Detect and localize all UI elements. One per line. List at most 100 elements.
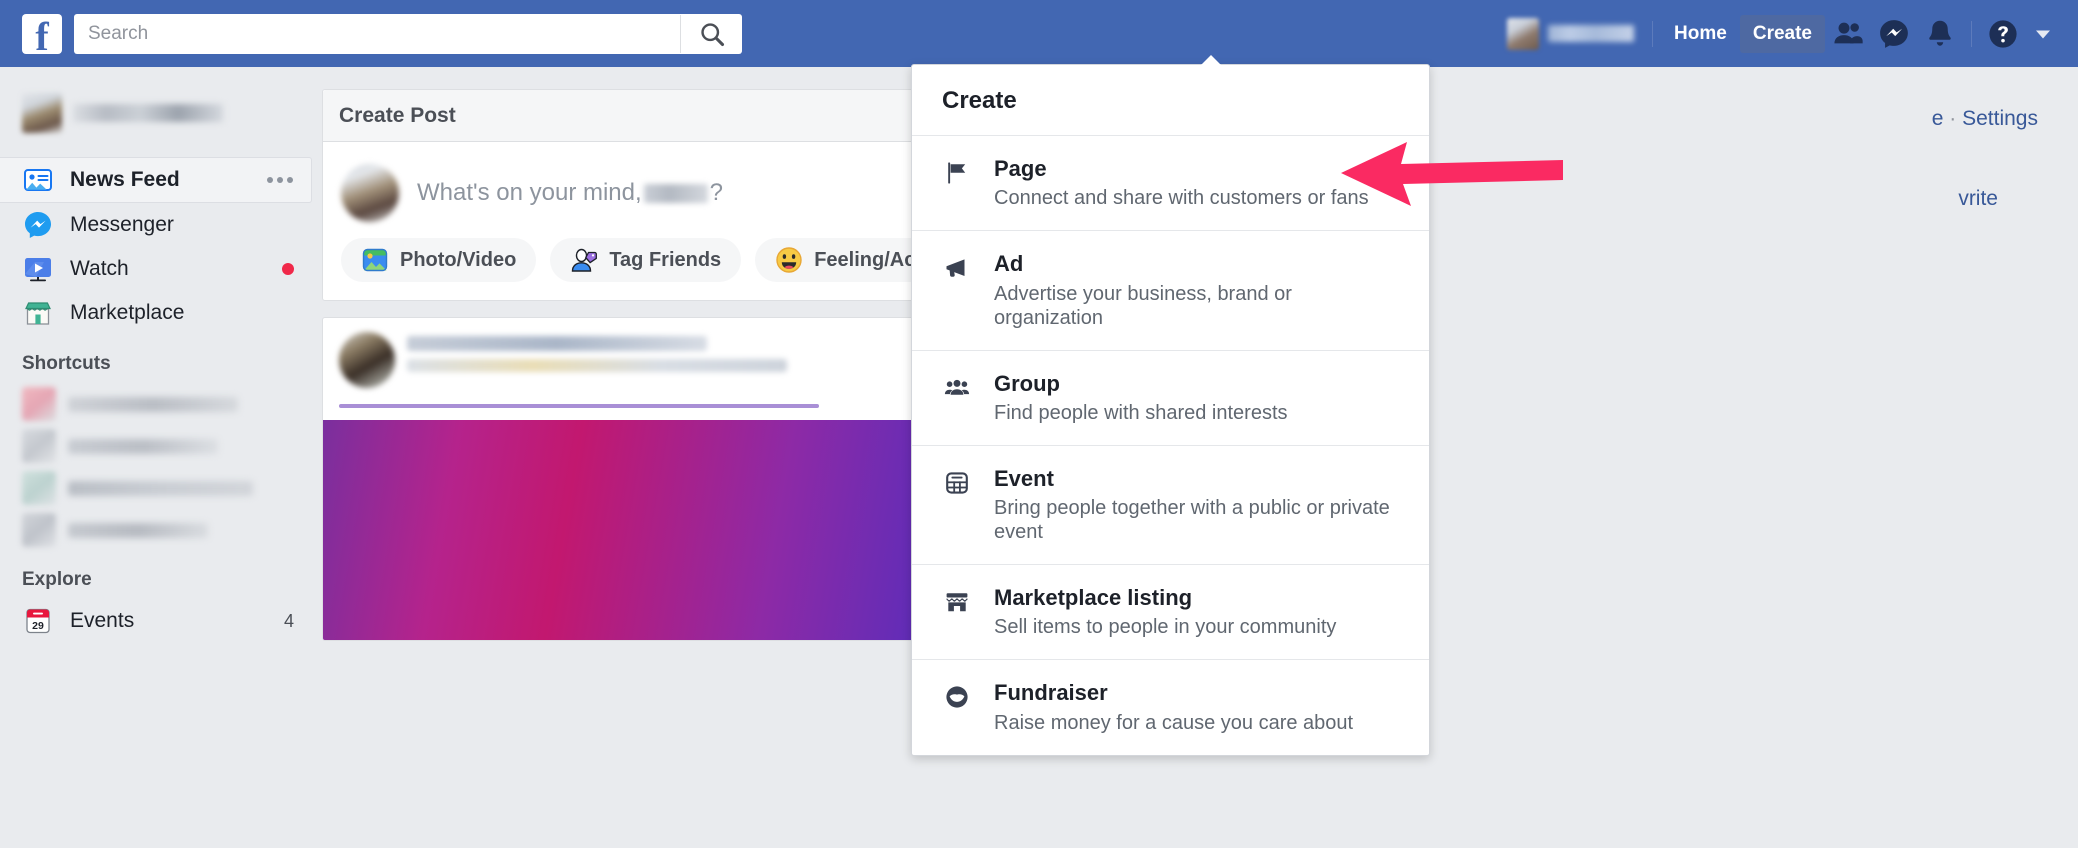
menu-item-title: Ad <box>994 251 1024 277</box>
profile-menu-button[interactable] <box>1497 13 1644 55</box>
facebook-f-logo[interactable]: f <box>22 13 62 54</box>
avatar <box>1507 17 1540 50</box>
settings-row-prefix: e <box>1931 107 1944 130</box>
events-count-badge: 4 <box>283 610 294 631</box>
create-menu-item-event[interactable]: Event Bring people together with a publi… <box>912 444 1429 564</box>
sidebar-item-label: News Feed <box>70 168 180 191</box>
calendar-grid-icon <box>942 466 972 496</box>
avatar <box>341 164 399 222</box>
fundraiser-heart-hand-icon <box>942 680 972 710</box>
account-menu-button[interactable] <box>2026 13 2060 55</box>
create-menu-item-marketplace-listing[interactable]: Marketplace listing Sell items to people… <box>912 564 1429 659</box>
create-menu-item-ad[interactable]: Ad Advertise your business, brand or org… <box>912 230 1429 349</box>
search-button[interactable] <box>680 14 742 53</box>
messenger-button[interactable] <box>1871 13 1917 55</box>
notifications-button[interactable] <box>1917 13 1963 55</box>
create-menu-item-page[interactable]: Page Connect and share with customers or… <box>912 135 1429 230</box>
bell-icon <box>1929 20 1951 46</box>
nav-create-button[interactable]: Create <box>1739 14 1825 53</box>
left-sidebar: News Feed Messenger Watch Marketplace Sh… <box>0 67 312 848</box>
menu-item-title: Event <box>994 465 1054 491</box>
menu-item-title: Fundraiser <box>994 680 1108 706</box>
composer-prompt-text: What's on your mind, <box>417 179 642 206</box>
separator-dot: · <box>1949 107 1957 130</box>
sidebar-item-messenger[interactable]: Messenger <box>0 203 312 247</box>
menu-item-subtitle: Raise money for a cause you care about <box>994 711 1354 734</box>
watch-icon <box>22 253 54 285</box>
menu-item-subtitle: Find people with shared interests <box>994 401 1288 424</box>
top-nav-right-cluster: Home Create <box>1497 0 2078 67</box>
search-icon <box>700 22 724 46</box>
search-input[interactable] <box>74 22 680 45</box>
nav-home-link[interactable]: Home <box>1661 15 1740 53</box>
create-menu-item-group[interactable]: Group Find people with shared interests <box>912 349 1429 445</box>
sidebar-explore-header: Explore <box>22 569 92 590</box>
sidebar-shortcuts-header: Shortcuts <box>22 353 111 374</box>
sidebar-item-marketplace[interactable]: Marketplace <box>0 291 312 335</box>
composer-name-redacted <box>643 183 708 203</box>
divider <box>1971 20 1972 47</box>
photo-video-icon <box>362 248 388 272</box>
post-meta-redacted <box>407 359 787 372</box>
composer-prompt-suffix: ? <box>709 179 724 206</box>
page-title: Create Post <box>339 103 456 127</box>
watch-unread-badge <box>282 263 294 275</box>
composer-placeholder[interactable]: What's on your mind, ? <box>417 179 723 207</box>
question-circle-icon <box>1989 19 2017 48</box>
sidebar-profile-name-redacted <box>73 104 223 122</box>
news-feed-icon <box>22 164 54 196</box>
settings-link[interactable]: Settings <box>1962 107 2038 130</box>
divider <box>1652 20 1654 47</box>
help-button[interactable] <box>1980 13 2026 55</box>
messenger-icon <box>22 209 54 241</box>
sidebar-item-events[interactable]: 29 Events 4 <box>0 599 312 643</box>
storefront-icon <box>942 585 972 615</box>
marketplace-icon <box>22 297 54 329</box>
list-item[interactable] <box>22 509 290 551</box>
tag-friends-icon <box>572 248 598 272</box>
avatar <box>339 332 395 388</box>
menu-item-subtitle: Advertise your business, brand or organi… <box>994 282 1292 329</box>
feeling-activity-icon <box>776 247 802 273</box>
profile-name-redacted <box>1548 25 1635 42</box>
create-menu-item-fundraiser[interactable]: Fundraiser Raise money for a cause you c… <box>912 659 1429 754</box>
menu-item-subtitle: Bring people together with a public or p… <box>994 497 1390 544</box>
sidebar-item-label: Marketplace <box>70 301 185 324</box>
chevron-down-icon <box>2036 30 2050 38</box>
top-navigation-bar: f Home Create <box>0 0 2078 67</box>
menu-item-title: Marketplace listing <box>994 585 1193 611</box>
secondary-link[interactable]: vrite <box>1958 187 1998 211</box>
sidebar-item-news-feed[interactable]: News Feed <box>0 157 312 203</box>
action-label: Photo/Video <box>400 248 517 271</box>
news-feed-options-icon[interactable] <box>267 177 293 183</box>
menu-item-title: Page <box>994 156 1047 181</box>
sidebar-item-label: Messenger <box>70 213 174 236</box>
events-calendar-icon: 29 <box>22 605 54 637</box>
search-box[interactable] <box>74 13 742 54</box>
sidebar-item-watch[interactable]: Watch <box>0 247 312 291</box>
messenger-icon <box>1880 19 1908 48</box>
megaphone-icon <box>942 251 972 281</box>
svg-text:29: 29 <box>32 620 44 632</box>
action-label: Tag Friends <box>609 248 722 271</box>
list-item[interactable] <box>22 383 290 425</box>
avatar <box>22 93 62 133</box>
menu-item-subtitle: Connect and share with customers or fans <box>994 187 1369 210</box>
create-menu-title: Create <box>942 87 1017 114</box>
friend-requests-button[interactable] <box>1825 13 1871 55</box>
flag-icon <box>942 156 972 186</box>
menu-item-title: Group <box>994 370 1060 396</box>
friend-requests-icon <box>1834 22 1863 43</box>
sidebar-item-label: Watch <box>70 257 129 280</box>
sidebar-profile-link[interactable] <box>0 89 312 133</box>
list-item[interactable] <box>22 425 290 467</box>
menu-item-subtitle: Sell items to people in your community <box>994 616 1337 639</box>
list-item[interactable] <box>22 467 290 509</box>
photo-video-button[interactable]: Photo/Video <box>341 238 537 282</box>
create-dropdown-menu: Create Page Connect and share with custo… <box>911 64 1430 756</box>
create-menu-caret-icon <box>1200 55 1222 66</box>
settings-link-row[interactable]: e · Settings <box>1932 107 2038 131</box>
group-people-icon <box>942 371 972 401</box>
tag-friends-button[interactable]: Tag Friends <box>550 238 742 282</box>
sidebar-shortcuts-list <box>0 383 312 551</box>
